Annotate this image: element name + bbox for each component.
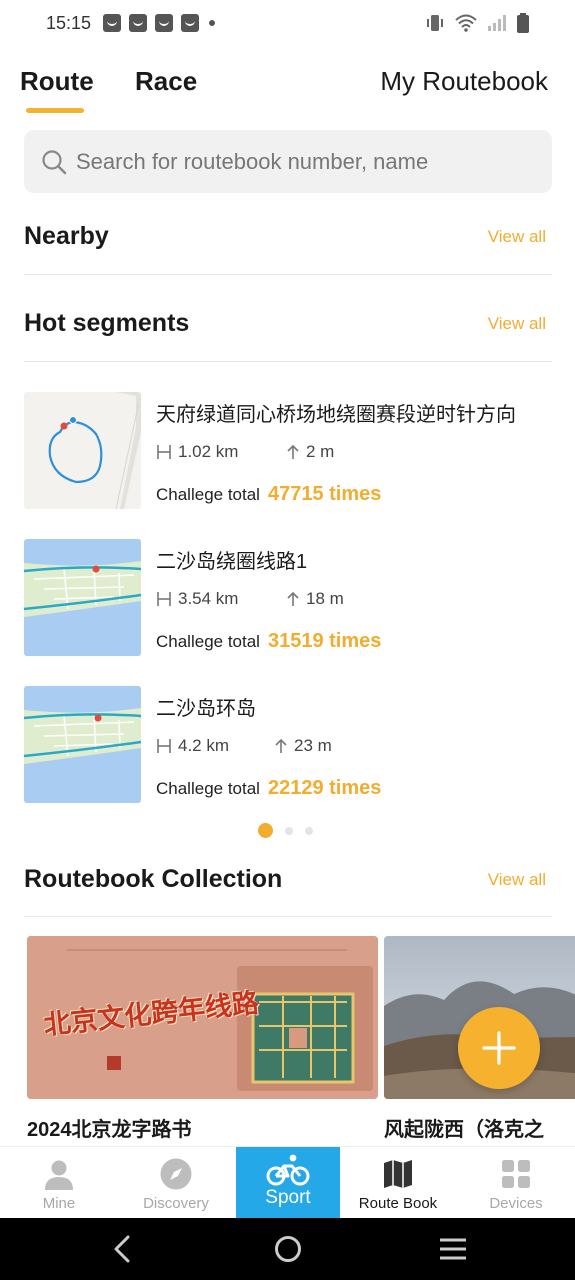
segment-distance: 4.2 km bbox=[156, 736, 229, 756]
challenge-label: Challege total bbox=[156, 485, 260, 504]
nav-label: Route Book bbox=[358, 1195, 438, 1212]
segment-climb-value: 2 m bbox=[306, 442, 335, 461]
add-routebook-button[interactable] bbox=[458, 1007, 540, 1089]
status-bar: 15:15 bbox=[0, 0, 575, 48]
back-icon[interactable] bbox=[110, 1235, 134, 1263]
nav-item-sport[interactable]: Sport bbox=[236, 1147, 340, 1219]
nav-item-devices[interactable]: Devices bbox=[464, 1147, 568, 1219]
nav-label: Devices bbox=[489, 1195, 543, 1212]
nearby-view-all-link[interactable]: View all bbox=[488, 227, 546, 247]
wifi-icon bbox=[455, 14, 477, 32]
segment-name: 二沙岛环岛 bbox=[156, 698, 256, 720]
search-input[interactable]: Search for routebook number, name bbox=[76, 149, 428, 175]
bicycle-icon bbox=[266, 1154, 310, 1186]
section-title-nearby: Nearby bbox=[24, 222, 109, 250]
segment-name: 天府绿道同心桥场地绕圈赛段逆时针方向 bbox=[156, 404, 516, 426]
segment-name: 二沙岛绕圈线路1 bbox=[156, 551, 308, 573]
segment-climb: 23 m bbox=[274, 736, 332, 756]
arrow-up-icon bbox=[287, 591, 299, 606]
hot-segments-section-header: Hot segments View all bbox=[24, 309, 552, 349]
distance-icon bbox=[157, 592, 171, 606]
nav-label: Mine bbox=[42, 1195, 76, 1212]
status-time: 15:15 bbox=[46, 13, 92, 33]
divider bbox=[24, 361, 552, 362]
segment-distance-value: 1.02 km bbox=[178, 442, 239, 461]
more-notifications-icon bbox=[209, 20, 215, 26]
segment-item[interactable]: 二沙岛绕圈线路1 3.54 km 18 m Challege total 315… bbox=[24, 539, 552, 659]
segment-distance: 1.02 km bbox=[156, 442, 238, 462]
pager-dot[interactable] bbox=[305, 826, 313, 835]
search-icon bbox=[42, 149, 67, 174]
segment-distance: 3.54 km bbox=[156, 589, 238, 609]
status-icons bbox=[425, 13, 529, 33]
tab-route[interactable]: Route bbox=[20, 66, 94, 97]
bag-icon bbox=[181, 14, 199, 32]
challenge-label: Challege total bbox=[156, 632, 260, 651]
pager-dot[interactable] bbox=[258, 823, 273, 838]
tab-my-routebook[interactable]: My Routebook bbox=[380, 66, 548, 97]
challenge-label: Challege total bbox=[156, 779, 260, 798]
nav-label: Discovery bbox=[143, 1195, 209, 1212]
routebook-collection-section-header: Routebook Collection View all bbox=[24, 865, 552, 905]
segment-distance-value: 3.54 km bbox=[178, 589, 239, 608]
bottom-navigation: Mine Discovery Sport Route Book Devices bbox=[0, 1146, 575, 1219]
plus-icon bbox=[482, 1031, 516, 1065]
segment-climb-value: 23 m bbox=[294, 736, 332, 755]
segment-challenge: Challege total 22129 times bbox=[156, 777, 381, 800]
tab-race[interactable]: Race bbox=[135, 66, 197, 97]
bag-icon bbox=[155, 14, 173, 32]
hot-segments-view-all-link[interactable]: View all bbox=[488, 314, 546, 334]
search-bar[interactable]: Search for routebook number, name bbox=[24, 130, 552, 193]
distance-icon bbox=[157, 445, 171, 459]
challenge-count: 47715 times bbox=[267, 483, 382, 505]
nav-item-route-book[interactable]: Route Book bbox=[346, 1147, 450, 1219]
routebook-card-title: 风起陇西（洛克之 bbox=[384, 1119, 544, 1141]
segment-climb-value: 18 m bbox=[306, 589, 344, 608]
grid-icon bbox=[502, 1160, 530, 1188]
section-title-routebook-collection: Routebook Collection bbox=[24, 865, 283, 893]
routebook-card[interactable]: 北京文化跨年线路 2024北京龙字路书 bbox=[27, 936, 378, 1142]
challenge-count: 31519 times bbox=[267, 630, 382, 652]
nav-item-discovery[interactable]: Discovery bbox=[124, 1147, 228, 1219]
vibrate-icon bbox=[427, 15, 443, 31]
segment-map-thumbnail bbox=[24, 686, 141, 803]
segment-map-thumbnail bbox=[24, 392, 141, 509]
bag-icon bbox=[129, 14, 147, 32]
segment-climb: 2 m bbox=[286, 442, 334, 462]
arrow-up-icon bbox=[275, 738, 287, 753]
notification-icons bbox=[103, 14, 215, 32]
home-icon[interactable] bbox=[273, 1234, 303, 1264]
bag-icon bbox=[103, 14, 121, 32]
segment-item[interactable]: 天府绿道同心桥场地绕圈赛段逆时针方向 1.02 km 2 m Challege … bbox=[24, 392, 552, 512]
system-navigation-bar bbox=[0, 1218, 575, 1280]
arrow-up-icon bbox=[287, 444, 299, 459]
challenge-count: 22129 times bbox=[267, 777, 382, 799]
person-icon bbox=[45, 1160, 73, 1190]
nearby-section-header: Nearby View all bbox=[24, 222, 552, 262]
segments-pager bbox=[258, 823, 313, 838]
segment-distance-value: 4.2 km bbox=[178, 736, 230, 755]
segment-map-thumbnail bbox=[24, 539, 141, 656]
signal-icon bbox=[488, 15, 506, 31]
active-tab-indicator bbox=[26, 108, 84, 113]
distance-icon bbox=[157, 739, 171, 753]
map-icon bbox=[384, 1160, 412, 1188]
routebook-collection-view-all-link[interactable]: View all bbox=[488, 870, 546, 890]
compass-icon bbox=[160, 1158, 192, 1190]
top-tabs: Route Race My Routebook bbox=[0, 62, 575, 122]
menu-icon[interactable] bbox=[438, 1237, 468, 1261]
divider bbox=[24, 916, 552, 917]
segment-challenge: Challege total 31519 times bbox=[156, 630, 381, 653]
routebook-card-image: 北京文化跨年线路 bbox=[27, 936, 378, 1099]
section-title-hot-segments: Hot segments bbox=[24, 309, 190, 337]
nav-item-mine[interactable]: Mine bbox=[7, 1147, 111, 1219]
nav-label: Sport bbox=[265, 1187, 311, 1208]
battery-icon bbox=[517, 13, 529, 33]
routebook-card-title: 2024北京龙字路书 bbox=[27, 1119, 192, 1141]
segment-challenge: Challege total 47715 times bbox=[156, 483, 381, 506]
segment-item[interactable]: 二沙岛环岛 4.2 km 23 m Challege total 22129 t… bbox=[24, 686, 552, 806]
divider bbox=[24, 274, 552, 275]
segment-climb: 18 m bbox=[286, 589, 344, 609]
pager-dot[interactable] bbox=[285, 826, 293, 835]
